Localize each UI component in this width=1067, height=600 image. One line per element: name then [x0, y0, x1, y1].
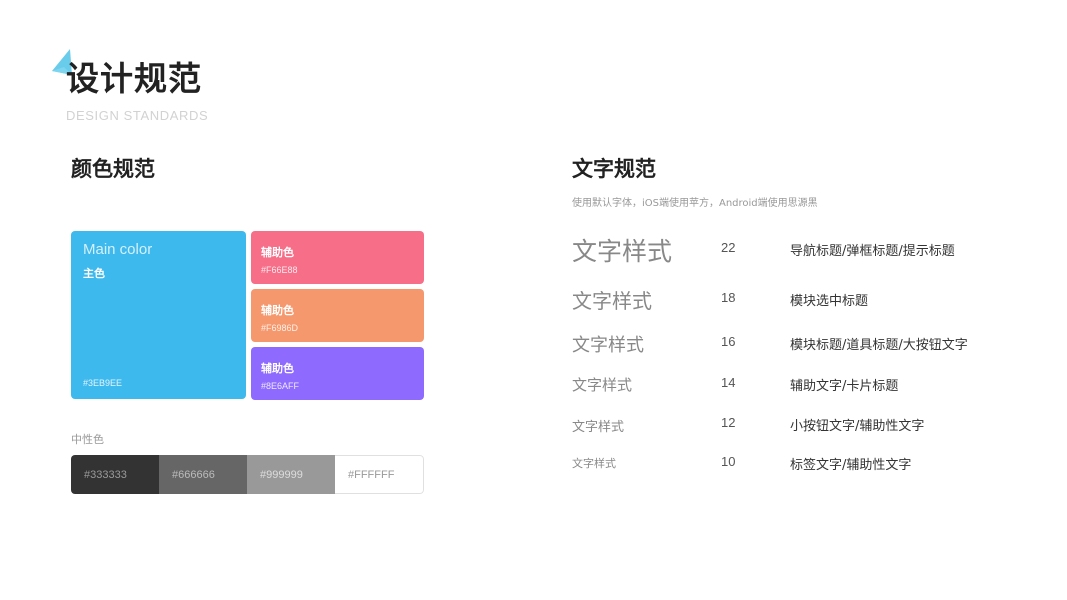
type-size: 14 [721, 375, 736, 390]
type-sample: 文字样式 [572, 376, 633, 394]
type-row: 文字样式 10 标签文字/辅助性文字 [572, 454, 1042, 486]
type-size: 18 [721, 290, 736, 305]
aux-color-name: 辅助色 [261, 362, 294, 375]
type-row: 文字样式 22 导航标题/弹框标题/提示标题 [572, 232, 1042, 266]
aux-color-hex: #F6986D [261, 323, 299, 333]
page-title: 设计规范 [66, 59, 202, 98]
aux-color-name: 辅助色 [261, 304, 294, 317]
aux-color-name: 辅助色 [261, 246, 294, 259]
type-usage: 导航标题/弹框标题/提示标题 [790, 244, 955, 259]
neutral-swatch: #999999 [247, 455, 335, 494]
type-size: 22 [721, 240, 736, 255]
main-color-swatch: Main color 主色 #3EB9EE [71, 231, 246, 399]
type-sample: 文字样式 [572, 237, 673, 266]
type-size: 16 [721, 334, 736, 349]
type-sample: 文字样式 [572, 420, 625, 435]
design-standards-page: 设计规范 DESIGN STANDARDS 颜色规范 Main color 主色… [0, 0, 1067, 600]
type-row: 文字样式 16 模块标题/道具标题/大按钮文字 [572, 331, 1042, 363]
neutral-color-label: 中性色 [71, 433, 104, 446]
neutral-swatch: #FFFFFF [335, 455, 424, 494]
type-size: 10 [721, 454, 736, 469]
main-color-hex: #3EB9EE [83, 378, 123, 388]
aux-color-hex: #F66E88 [261, 265, 298, 275]
type-usage: 标签文字/辅助性文字 [790, 458, 912, 473]
aux-color-swatch-purple: 辅助色 #8E6AFF [251, 347, 424, 400]
type-row: 文字样式 12 小按钮文字/辅助性文字 [572, 415, 1042, 447]
type-row: 文字样式 18 模块选中标题 [572, 285, 1042, 317]
color-section-title: 颜色规范 [71, 157, 155, 181]
type-size: 12 [721, 415, 736, 430]
neutral-color-row: #333333 #666666 #999999 #FFFFFF [71, 455, 424, 494]
type-sample: 文字样式 [572, 335, 644, 356]
neutral-swatch: #333333 [71, 455, 159, 494]
type-usage: 辅助文字/卡片标题 [790, 379, 899, 394]
aux-color-swatch-orange: 辅助色 #F6986D [251, 289, 424, 342]
main-color-label-en: Main color [83, 241, 153, 258]
aux-color-hex: #8E6AFF [261, 381, 300, 391]
type-row: 文字样式 14 辅助文字/卡片标题 [572, 374, 1042, 406]
type-usage: 模块标题/道具标题/大按钮文字 [790, 338, 968, 353]
main-color-label-cn: 主色 [83, 267, 105, 280]
type-usage: 模块选中标题 [790, 294, 869, 309]
type-sample: 文字样式 [572, 457, 616, 470]
neutral-swatch: #666666 [159, 455, 247, 494]
type-section-title: 文字规范 [572, 157, 656, 181]
type-sample: 文字样式 [572, 289, 652, 313]
type-section-description: 使用默认字体，iOS端使用苹方，Android端使用思源黑 [572, 198, 818, 209]
type-usage: 小按钮文字/辅助性文字 [790, 419, 925, 434]
page-subtitle: DESIGN STANDARDS [66, 108, 209, 123]
aux-color-swatch-pink: 辅助色 #F66E88 [251, 231, 424, 284]
